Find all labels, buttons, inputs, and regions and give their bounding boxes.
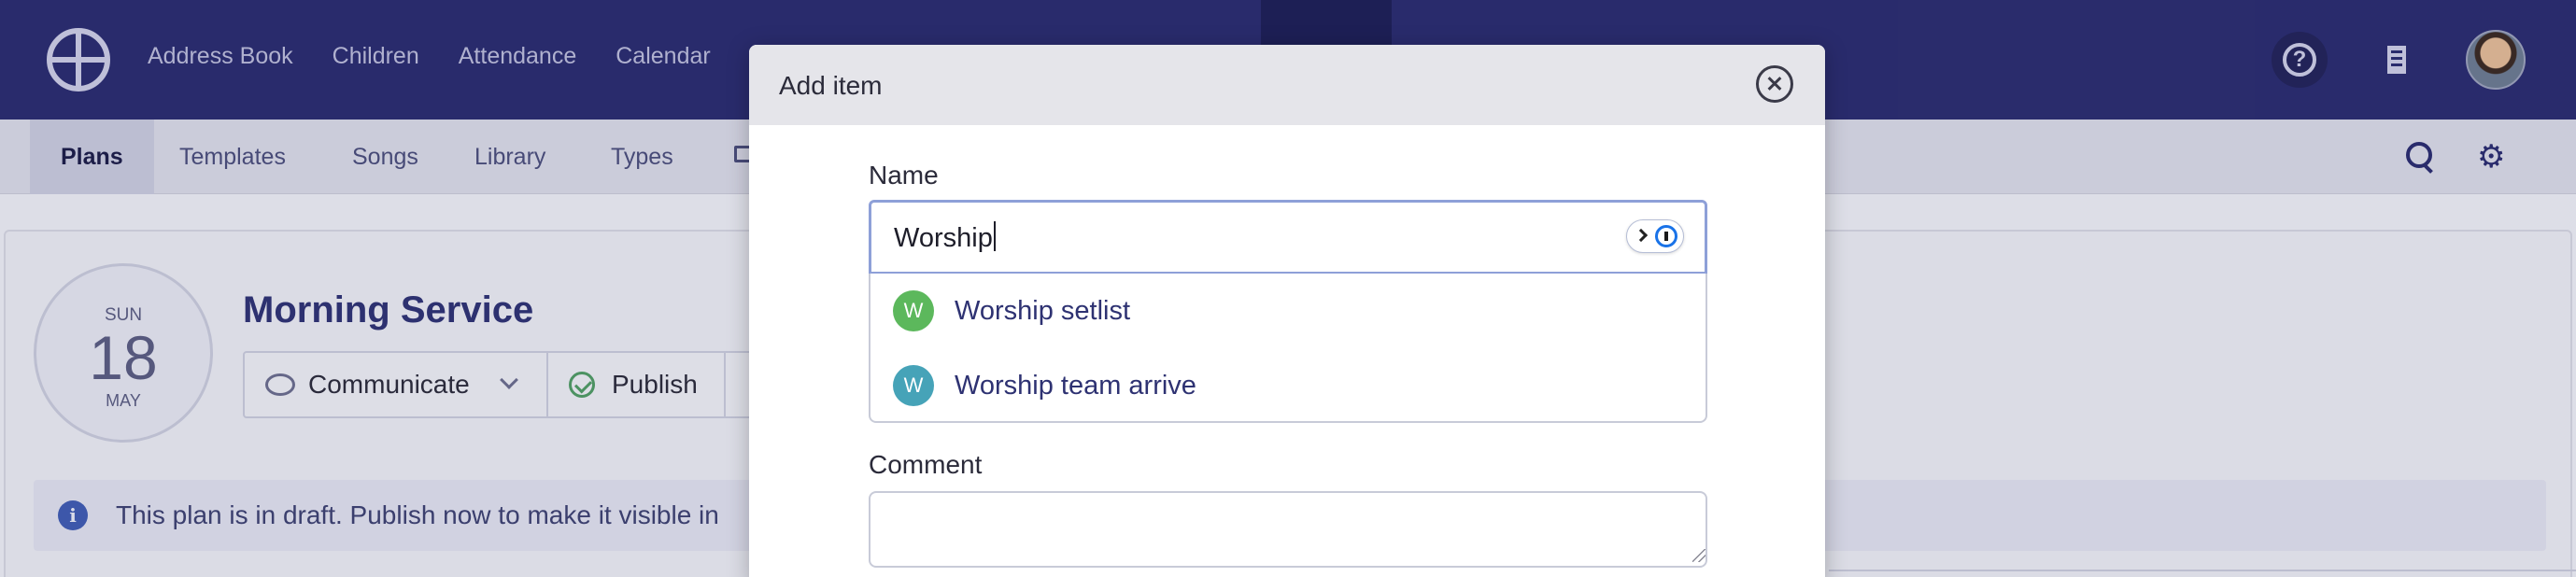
option-label: Worship setlist — [955, 296, 1131, 326]
password-manager-key-icon — [1655, 225, 1677, 247]
option-avatar: W — [893, 290, 934, 331]
name-input[interactable]: Worship — [869, 200, 1707, 274]
password-manager-icon[interactable] — [1626, 219, 1684, 253]
autocomplete-option[interactable]: W Worship setlist — [870, 274, 1706, 348]
comment-textarea[interactable] — [869, 491, 1707, 568]
dialog-header: Add item — [749, 45, 1825, 125]
text-caret — [993, 221, 996, 251]
autocomplete-option[interactable]: W Worship team arrive — [870, 348, 1706, 423]
comment-label: Comment — [869, 450, 983, 479]
name-label: Name — [869, 161, 939, 190]
option-label: Worship team arrive — [955, 371, 1196, 401]
option-avatar: W — [893, 365, 934, 406]
add-item-dialog: Add item Name Worship W Worship setlist … — [749, 45, 1825, 577]
name-input-value: Worship — [894, 221, 996, 254]
name-autocomplete-list: W Worship setlist W Worship team arrive — [869, 274, 1707, 423]
dialog-title: Add item — [779, 71, 883, 100]
textarea-resize-handle[interactable] — [1692, 549, 1706, 562]
close-icon[interactable] — [1756, 65, 1793, 103]
chevron-right-icon — [1634, 228, 1649, 243]
